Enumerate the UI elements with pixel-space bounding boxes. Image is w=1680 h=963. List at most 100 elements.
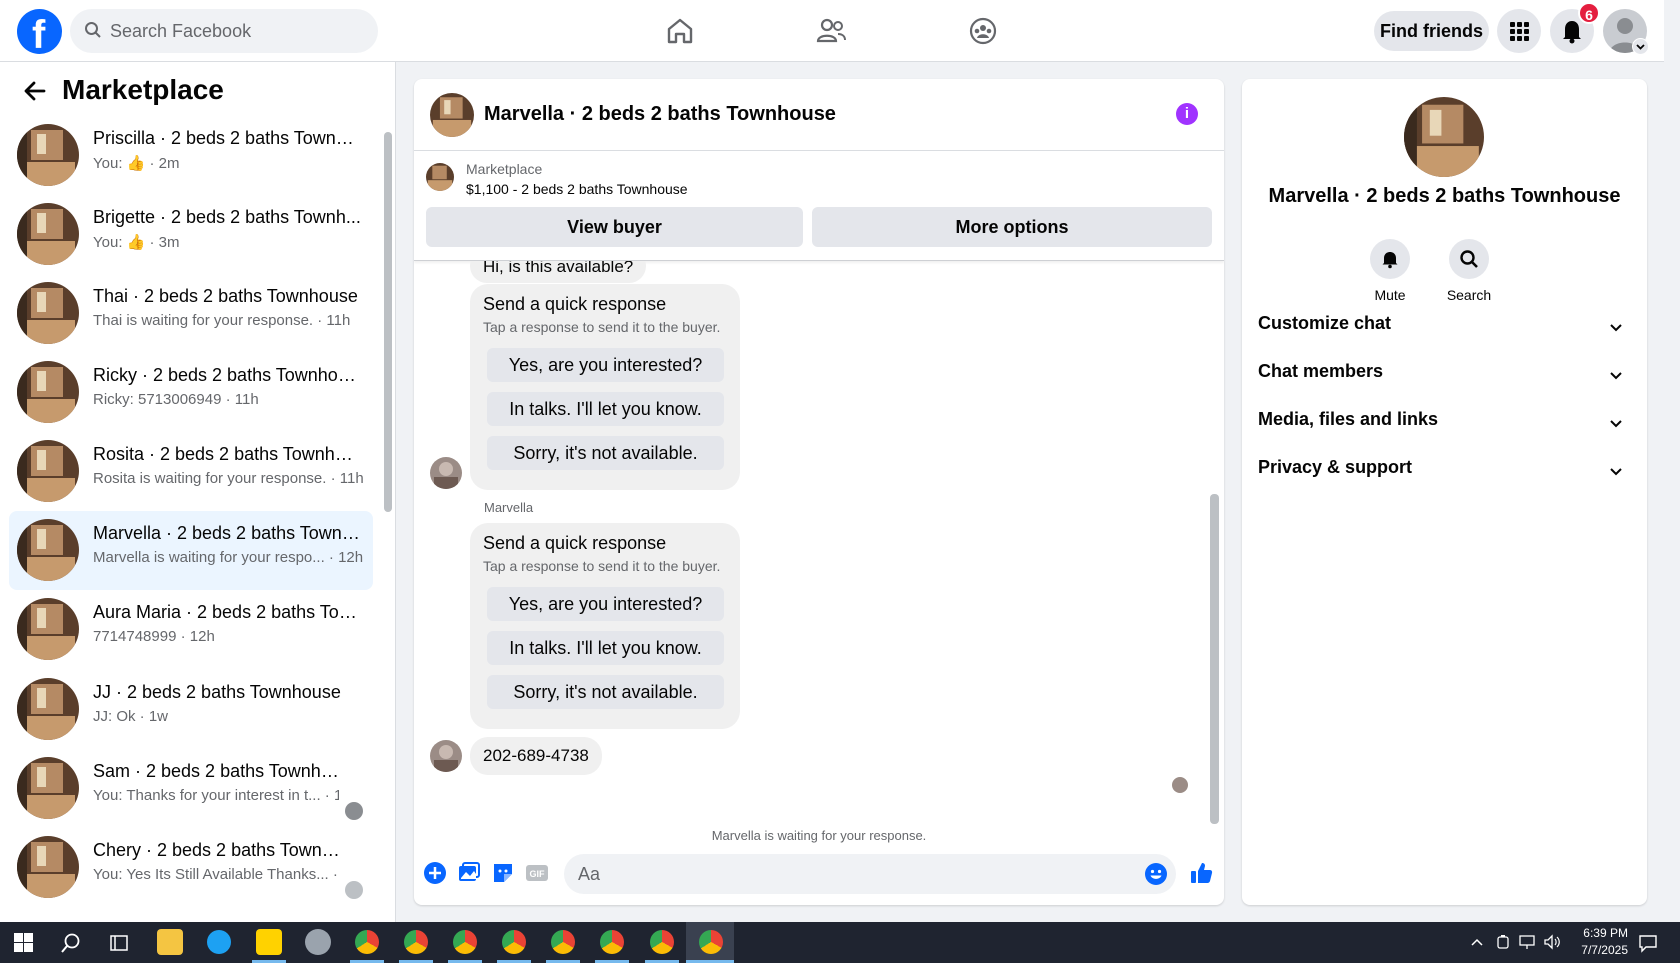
conversation-name: Thai · 2 beds 2 baths Townhouse — [93, 286, 358, 306]
notification-center-icon[interactable] — [1638, 933, 1658, 953]
snipping-tool-icon[interactable] — [305, 929, 331, 955]
edge-icon[interactable] — [207, 930, 231, 954]
message-input[interactable]: Aa — [564, 854, 1176, 894]
quick-response-card: Send a quick response Tap a response to … — [470, 523, 740, 729]
friends-icon[interactable] — [814, 14, 848, 48]
quick-response-option[interactable]: Sorry, it's not available. — [487, 436, 724, 470]
conversation-preview: 7714748999 · 12h — [93, 628, 215, 645]
chevron-down-icon — [1610, 420, 1622, 428]
chat-title[interactable]: Marvella · 2 beds 2 baths Townhouse — [484, 103, 836, 126]
conversation-item[interactable]: JJ · 2 beds 2 baths Townhouse JJ: Ok · 1… — [9, 670, 373, 749]
conversation-item[interactable]: Chery · 2 beds 2 baths Townh... You: Yes… — [9, 828, 373, 907]
sticker-icon[interactable] — [490, 860, 516, 886]
find-friends-button[interactable]: Find friends — [1374, 11, 1489, 51]
home-icon[interactable] — [663, 14, 697, 48]
tray-overflow-chevron-icon[interactable] — [1470, 936, 1484, 948]
quick-response-option[interactable]: In talks. I'll let you know. — [487, 392, 724, 426]
taskbar-search-icon[interactable] — [60, 932, 82, 954]
conversation-name: Marvella · 2 beds 2 baths Townh... — [93, 523, 361, 543]
quick-response-option[interactable]: Sorry, it's not available. — [487, 675, 724, 709]
quick-response-title: Send a quick response — [483, 294, 667, 314]
facebook-logo[interactable]: f — [17, 9, 62, 57]
conversation-item[interactable]: Rosita · 2 beds 2 baths Townhouse Rosita… — [9, 432, 373, 511]
menu-button[interactable] — [1497, 9, 1541, 53]
conversation-item[interactable]: Aura Maria · 2 beds 2 baths Tow... 77147… — [9, 590, 373, 669]
conversation-item[interactable]: Sam · 2 beds 2 baths Townho... You: Than… — [9, 749, 373, 828]
file-explorer-icon[interactable] — [157, 929, 183, 955]
emoji-icon[interactable] — [1144, 862, 1168, 886]
listing-banner: Marketplace $1,100 - 2 beds 2 baths Town… — [414, 151, 1224, 261]
conversation-item[interactable]: Ricky · 2 beds 2 baths Townhouse Ricky: … — [9, 353, 373, 432]
task-view-icon[interactable] — [109, 933, 129, 953]
customize-chat-section[interactable]: Customize chat — [1258, 313, 1630, 353]
windows-start-icon[interactable] — [14, 933, 33, 952]
mute-button[interactable]: Mute — [1350, 239, 1430, 303]
conversation-preview: Thai is waiting for your response. · 11h — [93, 312, 351, 329]
back-arrow-icon[interactable] — [22, 78, 48, 104]
thumbs-up-icon[interactable] — [1188, 860, 1214, 886]
chat-window: Marvella · 2 beds 2 baths Townhouse i Ma… — [414, 79, 1224, 905]
message-list: Hi, is this available? Send a quick resp… — [414, 261, 1224, 845]
section-label: Customize chat — [1258, 313, 1392, 333]
marketplace-inbox: Marketplace Priscilla · 2 beds 2 baths T… — [0, 62, 396, 922]
chrome-icon[interactable] — [404, 930, 428, 954]
network-icon[interactable] — [1518, 934, 1536, 950]
quick-response-option[interactable]: Yes, are you interested? — [487, 348, 724, 382]
info-icon[interactable]: i — [1176, 103, 1198, 125]
gif-label: GIF — [530, 869, 546, 879]
chrome-icon[interactable] — [600, 930, 624, 954]
partial-message-bubble: Hi, is this available? — [470, 261, 647, 283]
quick-response-option[interactable]: In talks. I'll let you know. — [487, 631, 724, 665]
chrome-icon[interactable] — [502, 930, 526, 954]
search-input[interactable]: Search Facebook — [70, 9, 378, 53]
more-options-button[interactable]: More options — [812, 207, 1212, 247]
view-buyer-button[interactable]: View buyer — [426, 207, 803, 247]
chat-thumbnail[interactable] — [430, 93, 474, 137]
chrome-icon[interactable] — [551, 930, 575, 954]
search-conversation-button[interactable]: Search — [1429, 239, 1509, 303]
listing-thumbnail — [17, 757, 79, 819]
groups-icon[interactable] — [966, 14, 1000, 48]
chat-members-section[interactable]: Chat members — [1258, 361, 1630, 401]
chat-profile-image[interactable] — [1404, 97, 1484, 177]
chevron-down-icon — [1610, 372, 1622, 380]
conversation-preview: You: 👍 · 3m — [93, 234, 180, 251]
chrome-icon[interactable] — [699, 930, 723, 954]
conversation-item-active[interactable]: Marvella · 2 beds 2 baths Townh... Marve… — [9, 511, 373, 590]
plus-icon[interactable] — [422, 860, 448, 886]
messages-scrollbar[interactable] — [1210, 494, 1219, 824]
account-chevron-icon[interactable] — [1632, 38, 1649, 55]
listing-thumbnail[interactable] — [426, 163, 454, 191]
listing-thumbnail — [17, 203, 79, 265]
message-text: 202-689-4738 — [483, 746, 589, 765]
sticky-notes-icon[interactable] — [256, 929, 282, 955]
listing-price-title[interactable]: $1,100 - 2 beds 2 baths Townhouse — [466, 181, 688, 197]
chrome-icon[interactable] — [355, 930, 379, 954]
conversation-item[interactable]: Thai · 2 beds 2 baths Townhouse Thai is … — [9, 274, 373, 353]
privacy-support-section[interactable]: Privacy & support — [1258, 457, 1630, 497]
waiting-status: Marvella is waiting for your response. — [711, 828, 927, 843]
chevron-down-icon — [1610, 468, 1622, 476]
inbox-scrollbar[interactable] — [384, 132, 392, 512]
search-icon — [1460, 250, 1478, 268]
notification-badge: 6 — [1578, 2, 1600, 24]
message-composer: GIF Aa — [414, 845, 1224, 905]
chevron-down-icon — [1610, 324, 1622, 332]
page-scrollbar[interactable] — [1664, 0, 1680, 922]
quick-response-option[interactable]: Yes, are you interested? — [487, 587, 724, 621]
volume-icon[interactable] — [1543, 934, 1561, 950]
photo-icon[interactable] — [456, 860, 482, 886]
battery-icon[interactable] — [1495, 934, 1511, 950]
conversation-item[interactable]: Brigette · 2 beds 2 baths Townh... You: … — [9, 195, 373, 274]
search-label: Search — [1446, 287, 1492, 303]
conversation-item[interactable]: Priscilla · 2 beds 2 baths Townho... You… — [9, 116, 373, 195]
chrome-icon[interactable] — [453, 930, 477, 954]
chat-header: Marvella · 2 beds 2 baths Townhouse i — [414, 79, 1224, 151]
media-files-links-section[interactable]: Media, files and links — [1258, 409, 1630, 449]
listing-thumbnail — [17, 519, 79, 581]
chrome-icon[interactable] — [650, 930, 674, 954]
system-clock[interactable]: 6:39 PM 7/7/2025 — [1560, 925, 1628, 959]
gif-icon[interactable]: GIF — [524, 860, 550, 886]
conversation-name: JJ · 2 beds 2 baths Townhouse — [93, 682, 341, 702]
listing-thumbnail — [17, 124, 79, 186]
